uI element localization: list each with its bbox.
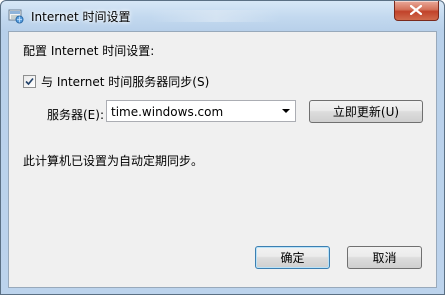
dialog-window: Internet 时间设置 配置 Internet 时间设置: 与 Intern…	[0, 0, 445, 295]
ok-button[interactable]: 确定	[255, 246, 330, 269]
server-value[interactable]: time.windows.com	[111, 105, 223, 119]
dropdown-arrow-icon[interactable]	[282, 109, 290, 113]
close-icon	[410, 5, 422, 15]
server-combobox[interactable]: time.windows.com	[106, 100, 296, 122]
sync-status-text: 此计算机已设置为自动定期同步。	[23, 154, 204, 168]
sync-checkbox-row[interactable]: 与 Internet 时间服务器同步(S)	[23, 73, 209, 89]
title-bar[interactable]: Internet 时间设置	[1, 1, 444, 31]
server-label: 服务器(E):	[47, 108, 104, 122]
window-title: Internet 时间设置	[31, 10, 131, 24]
sync-checkbox[interactable]	[23, 74, 36, 88]
title-glass-reflection	[151, 10, 281, 22]
update-now-button[interactable]: 立即更新(U)	[309, 100, 423, 123]
close-button[interactable]	[394, 1, 439, 21]
sync-checkbox-label: 与 Internet 时间服务器同步(S)	[41, 74, 210, 89]
cancel-button[interactable]: 取消	[347, 246, 422, 269]
checkmark-icon	[25, 77, 34, 85]
dialog-content: 配置 Internet 时间设置: 与 Internet 时间服务器同步(S) …	[8, 31, 437, 288]
clock-globe-icon	[8, 8, 24, 24]
dialog-heading: 配置 Internet 时间设置:	[23, 44, 155, 58]
